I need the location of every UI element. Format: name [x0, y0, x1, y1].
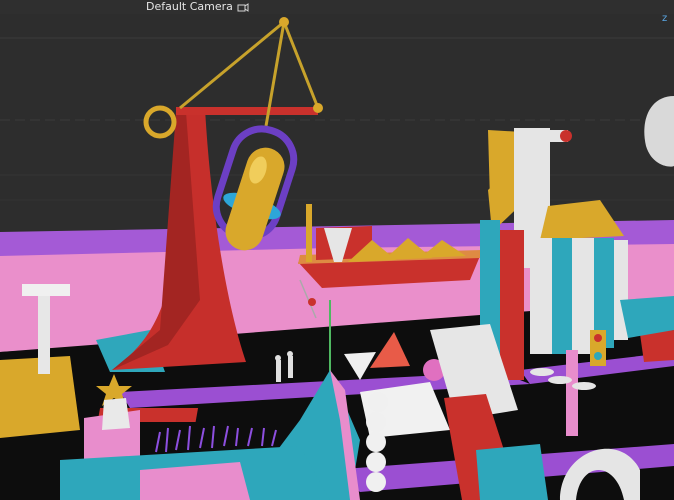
t-post-stem: [38, 292, 50, 374]
white-disc-2: [548, 376, 572, 384]
t-post-top: [22, 284, 70, 296]
axis-gizmo-label[interactable]: z: [662, 13, 667, 24]
white-disc-3: [572, 382, 596, 390]
traffic-light-red: [594, 334, 602, 342]
scene-render[interactable]: [0, 0, 674, 500]
camera-selector[interactable]: Default Camera: [146, 0, 249, 14]
crane-arm-end: [313, 103, 323, 113]
white-disc-1: [530, 368, 554, 376]
traffic-light-green: [594, 352, 602, 360]
cylinder-colonnade: [530, 238, 628, 354]
crane-top-ball: [279, 17, 289, 27]
tower-red-cap: [560, 130, 572, 142]
boat-mast: [306, 204, 312, 262]
viewport-header: [0, 0, 674, 14]
white-statue: [102, 398, 130, 430]
teal-box-right: [476, 444, 548, 500]
camera-name: Default Camera: [146, 0, 233, 13]
red-arm: [176, 107, 318, 115]
pendulum-ball: [308, 298, 316, 306]
3d-viewport[interactable]: Default Camera z: [0, 0, 674, 500]
red-pillar: [498, 230, 524, 380]
pink-post-right: [566, 350, 578, 436]
camera-icon: [237, 2, 249, 12]
